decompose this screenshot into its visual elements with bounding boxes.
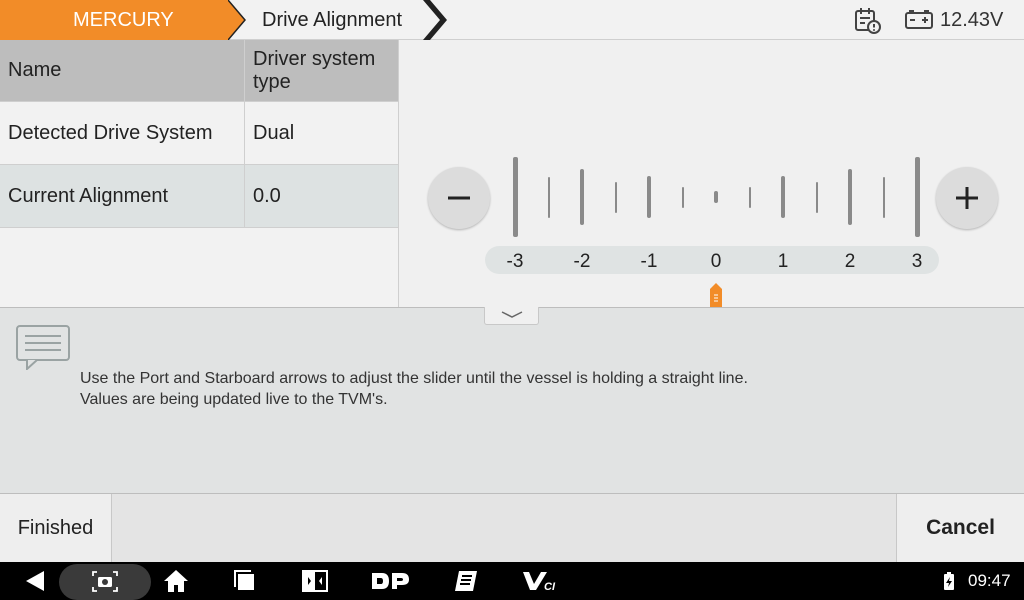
- slider-major-tick: [781, 176, 785, 218]
- header-name-cell: Name: [0, 40, 245, 101]
- increase-button[interactable]: [936, 167, 998, 229]
- row-name-cell: Detected Drive System: [0, 102, 245, 164]
- vci-icon[interactable]: CI: [520, 562, 560, 600]
- slider-minor-tick: [815, 181, 818, 213]
- system-nav-bar: CI 09:47: [0, 562, 1024, 600]
- minus-icon: [448, 196, 470, 200]
- header-value-cell: Driver system type: [253, 47, 376, 93]
- action-bar: Finished Cancel: [0, 493, 1024, 562]
- slider-tick-label: -2: [573, 251, 591, 272]
- recents-icon[interactable]: [230, 562, 260, 600]
- finished-button[interactable]: Finished: [0, 494, 112, 562]
- decrease-button[interactable]: [428, 167, 490, 229]
- header-bar: MERCURY Drive Alignment 12.43V: [0, 0, 1024, 40]
- message-area: Use the Port and Starboard arrows to adj…: [0, 307, 1024, 493]
- message-icon: [15, 324, 71, 375]
- slider-position-marker[interactable]: [709, 283, 723, 307]
- svg-text:CI: CI: [544, 581, 556, 592]
- back-icon[interactable]: [20, 562, 50, 600]
- breadcrumb-brand[interactable]: MERCURY: [0, 0, 245, 40]
- diagnostic-report-icon[interactable]: [451, 562, 481, 600]
- slider-tick-label: 3: [911, 251, 923, 272]
- row-value-cell: Dual: [253, 121, 295, 144]
- cancel-button[interactable]: Cancel: [896, 494, 1024, 562]
- instruction-text: Use the Port and Starboard arrows to adj…: [80, 370, 748, 387]
- alignment-slider-panel: -3 -2 -1 0 1 2 3: [398, 40, 1024, 307]
- slider-tick-label: 1: [777, 251, 789, 272]
- row-name-cell: Current Alignment: [0, 165, 245, 227]
- slider-tick-label: -1: [640, 251, 658, 272]
- table-row[interactable]: Detected Drive System Dual: [0, 102, 398, 165]
- slider-minor-tick: [748, 186, 751, 208]
- data-table: Name Driver system type Detected Drive S…: [0, 40, 398, 307]
- screenshot-icon[interactable]: [90, 562, 120, 600]
- slider-minor-tick: [547, 176, 550, 218]
- wifi-icon: [918, 562, 940, 600]
- calendar-alert-icon[interactable]: [853, 6, 881, 39]
- slider-major-tick: [914, 157, 920, 237]
- slider-major-tick: [512, 157, 518, 237]
- slider-major-tick: [580, 169, 584, 225]
- status-text: Values are being updated live to the TVM…: [80, 391, 388, 408]
- table-row[interactable]: Current Alignment 0.0: [0, 165, 398, 228]
- breadcrumb-page: Drive Alignment: [228, 0, 448, 40]
- voltage-readout: 12.43V: [940, 9, 1004, 31]
- row-value-cell: 0.0: [253, 184, 281, 207]
- brand-label: MERCURY: [73, 9, 174, 31]
- slider-tick-label: 2: [844, 251, 856, 272]
- clock: 09:47: [968, 571, 1011, 590]
- slider-major-tick: [647, 176, 651, 218]
- chevron-down-icon: [501, 311, 523, 318]
- slider-minor-tick: [614, 181, 617, 213]
- plus-icon: [956, 187, 978, 209]
- table-header-row: Name Driver system type: [0, 40, 398, 102]
- dp-icon[interactable]: [368, 562, 412, 600]
- home-icon[interactable]: [161, 562, 191, 600]
- slider-minor-tick: [681, 186, 684, 208]
- battery-icon: [942, 562, 956, 600]
- slider-major-tick: [714, 191, 718, 203]
- page-title: Drive Alignment: [262, 9, 403, 31]
- slider-tick-label: 0: [710, 251, 722, 272]
- battery-voltage-icon: [905, 9, 933, 36]
- slider-minor-tick: [882, 176, 885, 218]
- slider-tick-label: -3: [506, 251, 524, 272]
- slider-major-tick: [848, 169, 852, 225]
- screen-mirror-icon[interactable]: [300, 562, 330, 600]
- collapse-tab[interactable]: [484, 307, 539, 325]
